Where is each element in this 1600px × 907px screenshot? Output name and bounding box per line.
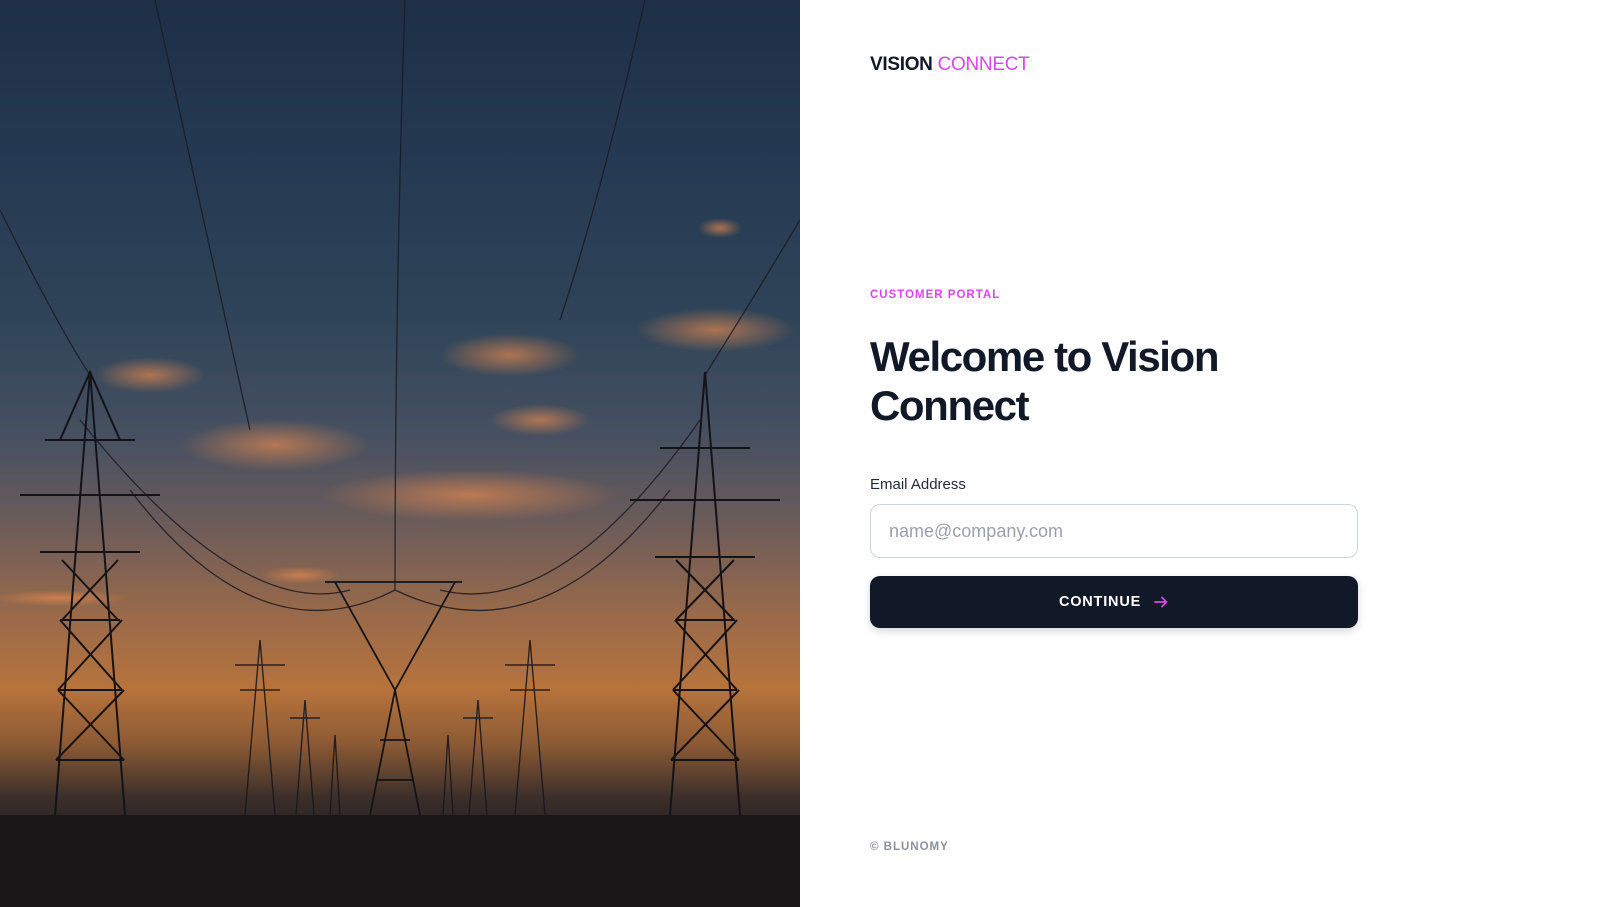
login-panel: VISION CONNECT CUSTOMER PORTAL Welcome to… <box>800 0 1600 907</box>
login-page: VISION CONNECT CUSTOMER PORTAL Welcome to… <box>0 0 1600 907</box>
copyright-footer: © BLUNOMY <box>870 841 949 853</box>
portal-eyebrow: CUSTOMER PORTAL <box>870 289 1001 301</box>
email-label: Email Address <box>870 476 966 493</box>
continue-button-label: CONTINUE <box>1058 594 1142 610</box>
brand-logo: VISION CONNECT <box>870 54 1030 76</box>
brand-primary: VISION <box>870 54 933 75</box>
brand-secondary: CONNECT <box>937 54 1030 75</box>
page-title: Welcome to Vision Connect <box>870 333 1219 429</box>
hero-image <box>0 0 800 907</box>
arrow-right-icon <box>1153 594 1169 610</box>
power-lines-illustration <box>0 0 800 907</box>
continue-button[interactable]: CONTINUE <box>870 576 1358 628</box>
email-field[interactable] <box>870 504 1358 558</box>
